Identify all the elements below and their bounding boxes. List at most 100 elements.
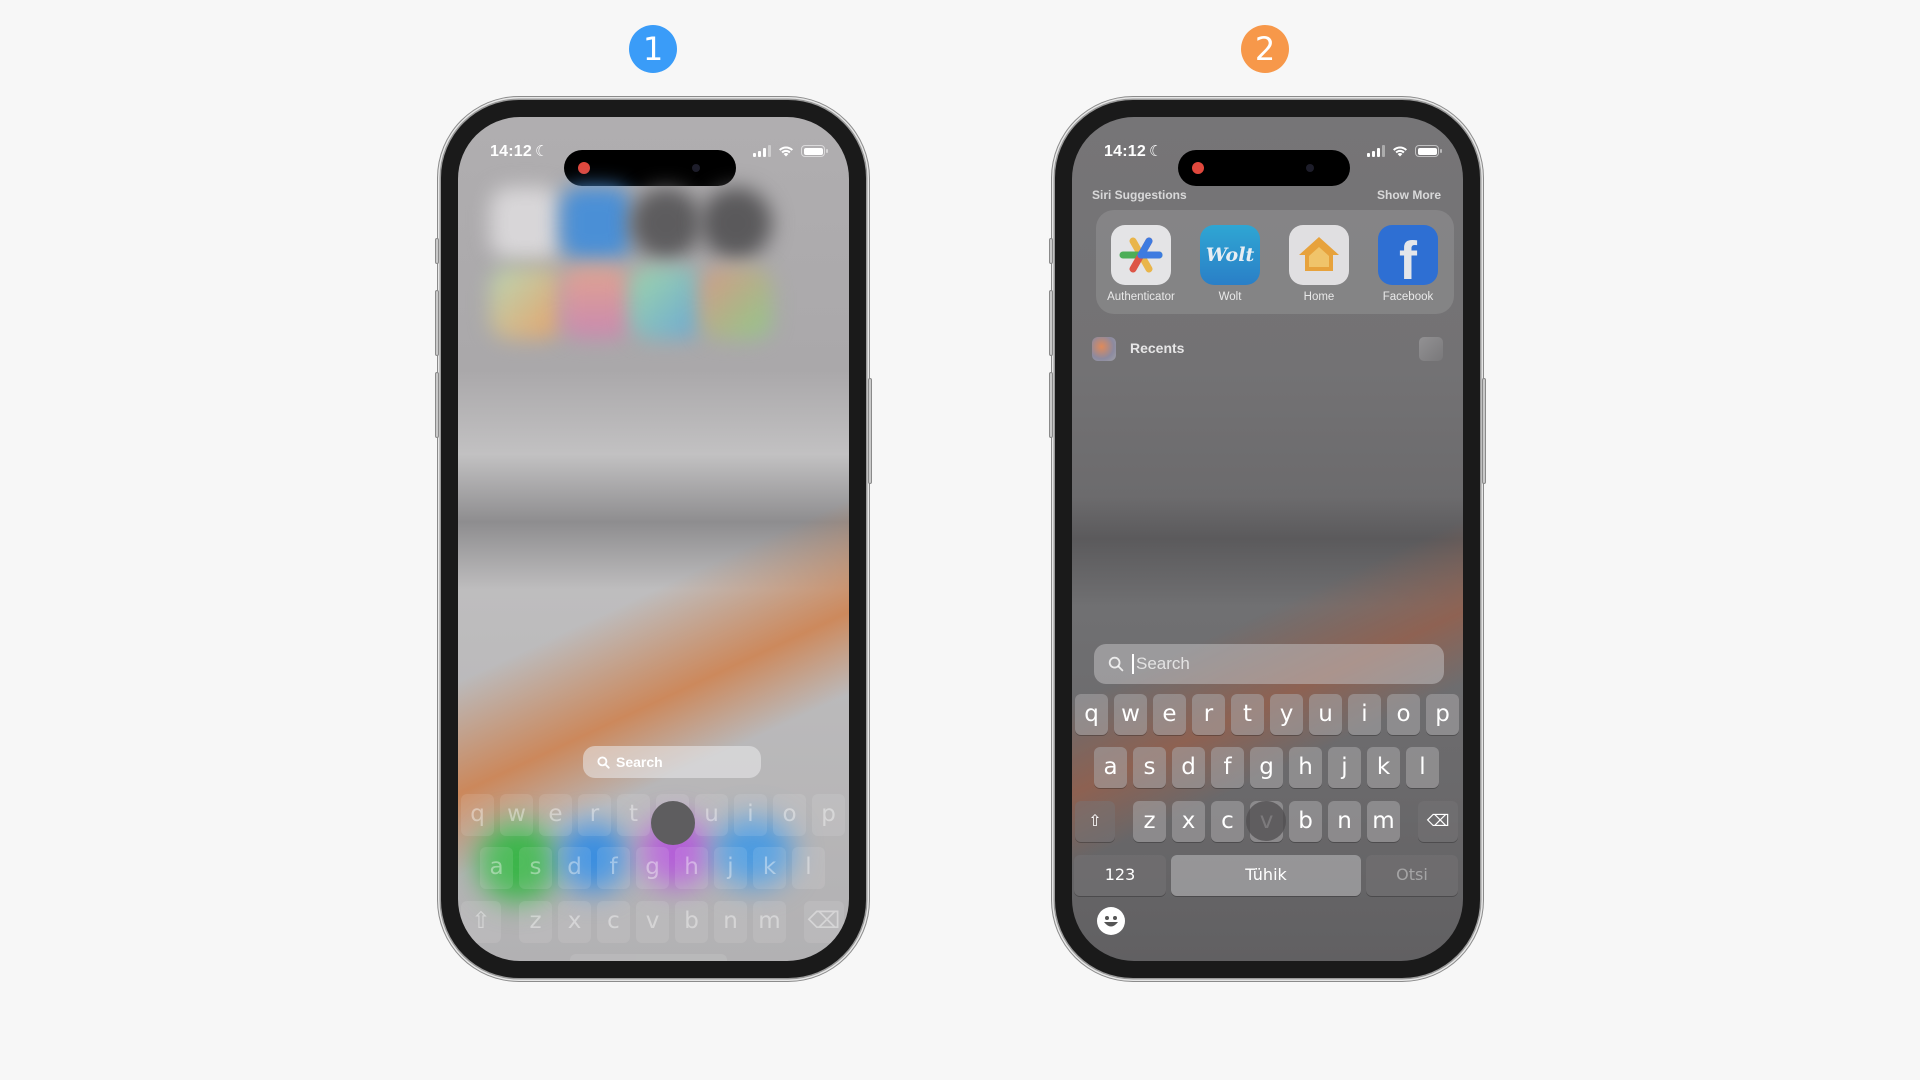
spotlight-search-input[interactable]: Search (1094, 644, 1444, 684)
key-d[interactable]: d (1172, 747, 1205, 788)
recents-row[interactable]: Recents (1092, 335, 1443, 361)
key-p[interactable]: p (1426, 694, 1459, 735)
blurred-app-icon (490, 187, 562, 259)
blurred-app-icon (630, 267, 702, 339)
spotlight-search-button[interactable]: Search (583, 746, 761, 778)
key-d[interactable]: d (558, 847, 591, 889)
key-s[interactable]: s (1133, 747, 1166, 788)
key-r[interactable]: r (578, 794, 611, 836)
key-a[interactable]: a (480, 847, 513, 889)
cellular-signal-icon (753, 145, 771, 157)
volume-down-button (435, 372, 439, 438)
app-facebook[interactable]: f Facebook (1369, 225, 1447, 303)
home-icon (1289, 225, 1349, 285)
app-home[interactable]: Home (1280, 225, 1358, 303)
key-e[interactable]: e (1153, 694, 1186, 735)
key-l[interactable]: l (792, 847, 825, 889)
key-x[interactable]: x (558, 901, 591, 943)
key-h[interactable]: h (1289, 747, 1322, 788)
key-h[interactable]: h (675, 847, 708, 889)
key-s[interactable]: s (519, 847, 552, 889)
key-m[interactable]: m (1367, 801, 1400, 842)
key-q[interactable]: q (1075, 694, 1108, 735)
key-v[interactable]: v (636, 901, 669, 943)
show-more-link[interactable]: Show More (1377, 188, 1441, 202)
blurred-app-icon (490, 267, 562, 339)
app-authenticator[interactable]: Authenticator (1102, 225, 1180, 303)
key-e[interactable]: e (539, 794, 572, 836)
focus-moon-icon: ☾ (1149, 143, 1163, 160)
wifi-icon (779, 146, 793, 157)
key-k[interactable]: k (1367, 747, 1400, 788)
text-caret (1132, 654, 1134, 674)
shift-key[interactable]: ⇧ (1075, 801, 1115, 842)
key-f[interactable]: f (597, 847, 630, 889)
key-t[interactable]: t (1231, 694, 1264, 735)
touch-indicator (651, 801, 695, 845)
app-label: Home (1303, 291, 1335, 303)
focus-moon-icon: ☾ (535, 143, 549, 160)
numbers-key[interactable]: 123 (1074, 855, 1166, 896)
key-u[interactable]: u (1309, 694, 1342, 735)
key-y[interactable]: y (1270, 694, 1303, 735)
app-label: Wolt (1218, 291, 1242, 303)
key-z[interactable]: z (519, 901, 552, 943)
authenticator-icon (1111, 225, 1171, 285)
key-w[interactable]: w (500, 794, 533, 836)
key-o[interactable]: o (1387, 694, 1420, 735)
space-key[interactable]: Tühik (1171, 855, 1361, 896)
key-g[interactable]: g (636, 847, 669, 889)
action-button (435, 238, 439, 264)
key-t[interactable]: t (617, 794, 650, 836)
battery-icon (801, 145, 828, 157)
key-w[interactable]: w (1114, 694, 1147, 735)
action-button (1049, 238, 1053, 264)
search-label: Search (616, 754, 663, 770)
key-n[interactable]: n (714, 901, 747, 943)
key-r[interactable]: r (1192, 694, 1225, 735)
key-f[interactable]: f (1211, 747, 1244, 788)
key-n[interactable]: n (1328, 801, 1361, 842)
key-i[interactable]: i (734, 794, 767, 836)
key-u[interactable]: u (695, 794, 728, 836)
key-g[interactable]: g (1250, 747, 1283, 788)
phone-mockup-1: 14:12 ☾ Search qwe r t u i o p a s d f g… (435, 100, 872, 978)
key-c[interactable]: c (597, 901, 630, 943)
dynamic-island (1178, 150, 1350, 186)
delete-key[interactable]: ⌫ (804, 901, 844, 943)
key-o[interactable]: o (773, 794, 806, 836)
volume-up-button (1049, 290, 1053, 356)
key-b[interactable]: b (675, 901, 708, 943)
blurred-app-icon (700, 267, 772, 339)
key-z[interactable]: z (1133, 801, 1166, 842)
key-i[interactable]: i (1348, 694, 1381, 735)
key-a[interactable]: a (1094, 747, 1127, 788)
key-x[interactable]: x (1172, 801, 1205, 842)
key-b[interactable]: b (1289, 801, 1322, 842)
siri-suggestions-card: Authenticator Wolt Wolt Home f Facebook (1096, 210, 1454, 314)
shift-key[interactable]: ⇧ (461, 901, 501, 943)
key-j[interactable]: j (1328, 747, 1361, 788)
key-k[interactable]: k (753, 847, 786, 889)
blurred-app-icon (560, 187, 632, 259)
key-p[interactable]: p (812, 794, 845, 836)
wifi-icon (1393, 146, 1407, 157)
key-c[interactable]: c (1211, 801, 1244, 842)
key-m[interactable]: m (753, 901, 786, 943)
delete-key[interactable]: ⌫ (1418, 801, 1458, 842)
recents-label: Recents (1130, 340, 1185, 356)
wolt-icon: Wolt (1200, 225, 1260, 285)
status-bar: 14:12 ☾ (1072, 139, 1463, 186)
emoji-icon[interactable] (1097, 907, 1125, 935)
app-wolt[interactable]: Wolt Wolt (1191, 225, 1269, 303)
facebook-icon: f (1378, 225, 1438, 285)
volume-down-button (1049, 372, 1053, 438)
recent-thumbnail[interactable] (1419, 337, 1443, 361)
search-key[interactable]: Otsi (1366, 855, 1458, 896)
status-bar: 14:12 ☾ (458, 139, 849, 186)
key-j[interactable]: j (714, 847, 747, 889)
key-q[interactable]: q (461, 794, 494, 836)
key-l[interactable]: l (1406, 747, 1439, 788)
volume-up-button (435, 290, 439, 356)
space-key (570, 954, 727, 961)
